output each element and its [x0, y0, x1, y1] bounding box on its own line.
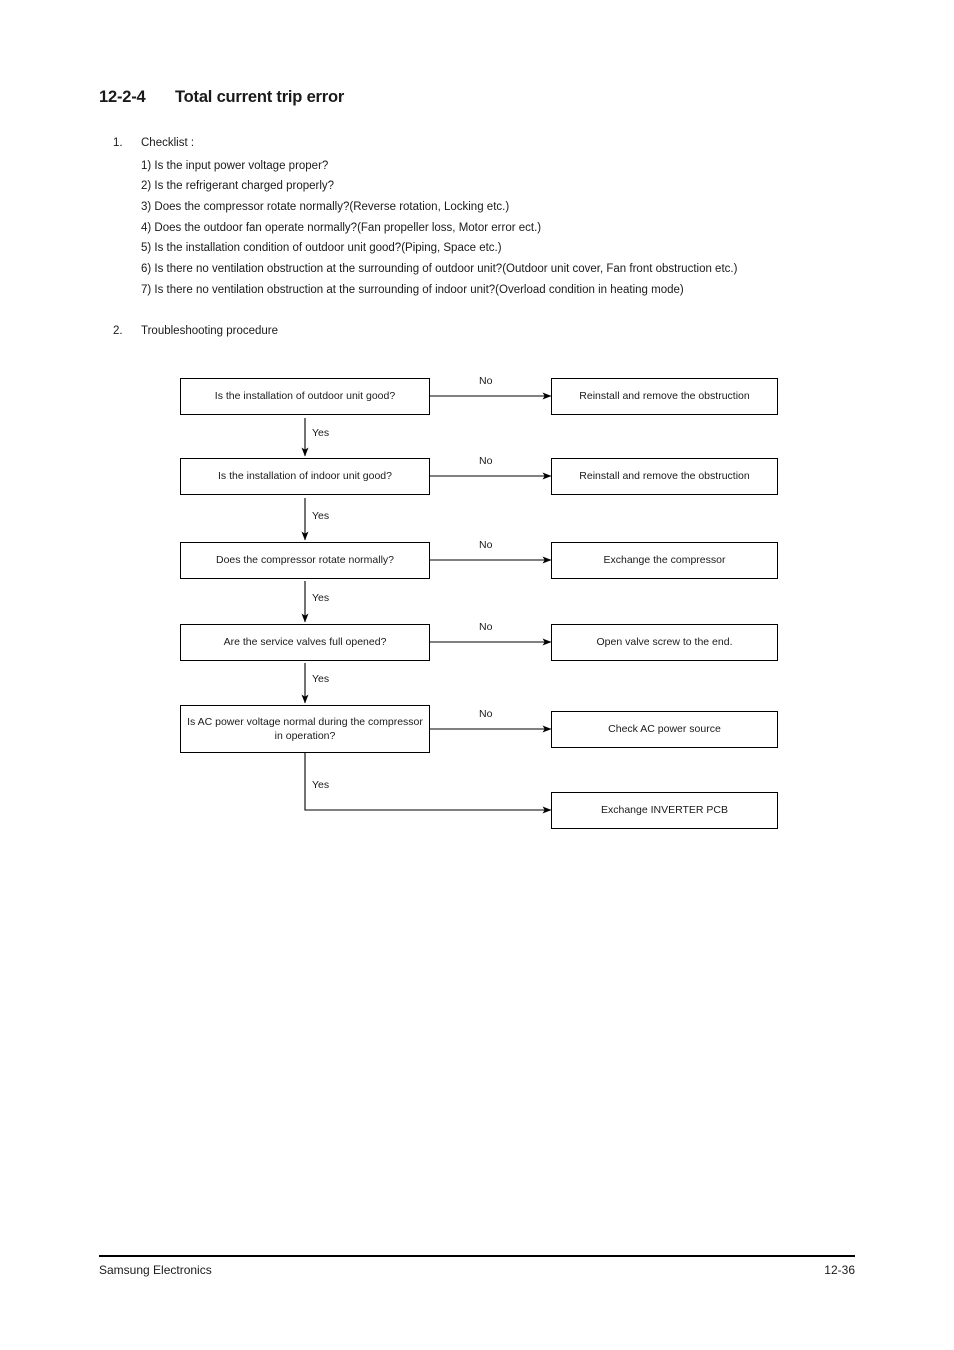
list-item: 4) Does the outdoor fan operate normally…: [141, 221, 542, 234]
page-title-number: 12-2-4: [99, 88, 146, 106]
troubleshooting-heading: 2. Troubleshooting procedure: [113, 325, 279, 338]
flowchart-action-2: Reinstall and remove the obstruction: [551, 458, 778, 495]
checklist-items: 1) Is the input power voltage proper? 2)…: [141, 156, 737, 301]
troubleshooting-section: 2. Troubleshooting procedure: [113, 325, 279, 338]
flowchart-decision-1-label: Is the installation of outdoor unit good…: [214, 390, 396, 403]
troubleshooting-marker: 2.: [113, 325, 123, 337]
list-item: 1) Is the input power voltage proper?: [141, 159, 329, 172]
flowchart-branch-yes-2: Yes: [312, 510, 330, 522]
page-title: 12-2-4 Total current trip error: [99, 88, 344, 107]
flowchart-decision-1: Is the installation of outdoor unit good…: [180, 378, 430, 415]
checklist-title: Checklist :: [141, 137, 195, 149]
flowchart-decision-2: Is the installation of indoor unit good?: [180, 458, 430, 495]
footer-company: Samsung Electronics: [99, 1263, 212, 1277]
page-title-text: Total current trip error: [175, 88, 345, 106]
flowchart-action-3-label: Exchange the compressor: [603, 554, 726, 567]
flowchart-branch-yes-4: Yes: [312, 673, 330, 685]
flowchart-action-1-label: Reinstall and remove the obstruction: [579, 390, 750, 403]
flowchart-decision-2-label: Is the installation of indoor unit good?: [218, 470, 392, 483]
checklist-heading: 1. Checklist :: [113, 137, 737, 150]
flowchart-branch-yes-3: Yes: [312, 592, 330, 604]
flowchart-branch-yes-5: Yes: [312, 779, 330, 791]
troubleshooting-title: Troubleshooting procedure: [141, 325, 279, 337]
footer-page-number: 12-36: [824, 1263, 855, 1277]
list-item: 5) Is the installation condition of outd…: [141, 242, 502, 255]
flowchart-action-4-label: Open valve screw to the end.: [596, 636, 733, 649]
flowchart-decision-4-label: Are the service valves full opened?: [223, 636, 387, 649]
flowchart-decision-3-label: Does the compressor rotate normally?: [216, 554, 394, 567]
list-item: 7) Is there no ventilation obstruction a…: [141, 283, 684, 296]
flowchart-action-5: Check AC power source: [551, 711, 778, 748]
flowchart-branch-yes-1: Yes: [312, 427, 330, 439]
flowchart-branch-no-2: No: [479, 455, 493, 467]
flowchart-action-1: Reinstall and remove the obstruction: [551, 378, 778, 415]
flowchart-branch-no-1: No: [479, 375, 493, 387]
footer-divider: [99, 1255, 855, 1257]
flowchart-action-5-label: Check AC power source: [608, 723, 721, 736]
list-item: 6) Is there no ventilation obstruction a…: [141, 262, 738, 275]
flowchart-decision-4: Are the service valves full opened?: [180, 624, 430, 661]
flowchart-action-2-label: Reinstall and remove the obstruction: [579, 470, 750, 483]
flowchart-action-6-label: Exchange INVERTER PCB: [600, 804, 729, 817]
flowchart-decision-5: Is AC power voltage normal during the co…: [180, 705, 430, 753]
flowchart-action-6: Exchange INVERTER PCB: [551, 792, 778, 829]
list-item: 3) Does the compressor rotate normally?(…: [141, 200, 510, 213]
checklist-section: 1. Checklist : 1) Is the input power volt…: [113, 137, 737, 301]
flowchart-action-3: Exchange the compressor: [551, 542, 778, 579]
flowchart-decision-3: Does the compressor rotate normally?: [180, 542, 430, 579]
list-item: 2) Is the refrigerant charged properly?: [141, 180, 335, 193]
flowchart-branch-no-3: No: [479, 539, 493, 551]
flowchart-action-4: Open valve screw to the end.: [551, 624, 778, 661]
flowchart-branch-no-4: No: [479, 621, 493, 633]
checklist-marker: 1.: [113, 137, 123, 149]
flowchart-branch-no-5: No: [479, 708, 493, 720]
flowchart-decision-5-label: Is AC power voltage normal during the co…: [187, 715, 423, 742]
